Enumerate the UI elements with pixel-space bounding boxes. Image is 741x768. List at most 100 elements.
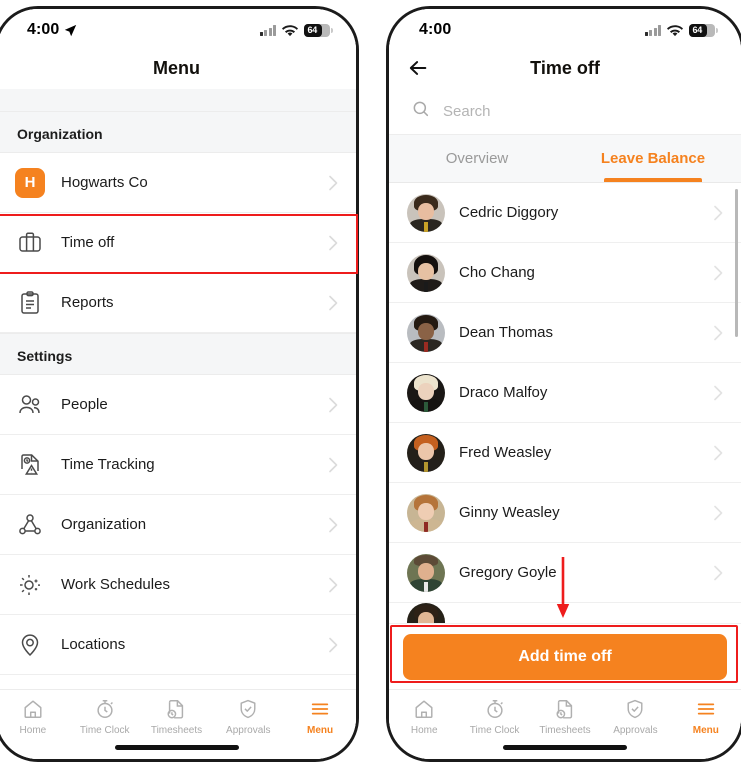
- list-item[interactable]: [389, 603, 741, 623]
- sidebar-item-time-tracking[interactable]: Time Tracking: [0, 435, 356, 495]
- sun-schedule-icon: [15, 570, 45, 600]
- home-indicator-left: [114, 745, 239, 750]
- back-arrow-icon[interactable]: [405, 55, 431, 81]
- status-bar-right: 4:00 64: [389, 9, 741, 47]
- tab-menu[interactable]: Menu: [671, 698, 741, 759]
- search-bar[interactable]: [389, 89, 741, 135]
- list-item[interactable]: Cho Chang: [389, 243, 741, 303]
- wifi-icon: [282, 24, 298, 37]
- tab-label: Menu: [692, 725, 719, 736]
- suitcase-icon: [15, 228, 45, 258]
- cta-container: Add time off: [389, 623, 741, 689]
- tab-label: Home: [410, 725, 438, 736]
- tab-label: Leave Balance: [600, 150, 706, 167]
- people-list[interactable]: Cedric Diggory Cho Chang Dean Thomas Dra…: [389, 183, 741, 623]
- tab-home[interactable]: Home: [389, 698, 459, 759]
- status-icons-right: 64: [644, 23, 718, 37]
- timesheet-icon: [554, 698, 576, 720]
- clipboard-icon: [15, 288, 45, 318]
- tab-label: Timesheets: [539, 725, 591, 736]
- tab-leave-balance[interactable]: Leave Balance: [565, 135, 741, 182]
- menu-item-label: Time off: [61, 234, 115, 251]
- org-chart-icon: [15, 510, 45, 540]
- chevron-right-icon: [328, 235, 338, 251]
- screenshot-stage: 4:00 64 Menu Organization H Hogwarts Co …: [0, 0, 741, 768]
- tab-label: Timesheets: [150, 725, 203, 736]
- avatar: [407, 193, 445, 232]
- battery-level-text: 64: [307, 24, 318, 35]
- sidebar-item-organization[interactable]: Organization: [0, 495, 356, 555]
- chevron-right-icon: [713, 265, 723, 281]
- status-time-right: 4:00: [419, 21, 451, 39]
- shield-check-icon: [237, 698, 259, 720]
- sidebar-item-hogwarts-co[interactable]: H Hogwarts Co: [0, 153, 356, 213]
- list-item[interactable]: Fred Weasley: [389, 423, 741, 483]
- tab-menu[interactable]: Menu: [284, 698, 356, 759]
- search-input[interactable]: [443, 103, 719, 120]
- chevron-right-icon: [713, 325, 723, 341]
- hamburger-icon: [309, 698, 331, 720]
- hamburger-icon: [695, 698, 717, 720]
- map-pin-icon: [15, 630, 45, 660]
- menu-item-label: People: [61, 396, 108, 413]
- chevron-right-icon: [328, 517, 338, 533]
- sidebar-item-reports[interactable]: Reports: [0, 273, 356, 333]
- chevron-right-icon: [713, 205, 723, 221]
- org-avatar-icon: H: [15, 167, 45, 198]
- navbar-right: Time off: [389, 47, 741, 89]
- add-time-off-button[interactable]: Add time off: [403, 633, 727, 680]
- menu-item-label: Locations: [61, 636, 126, 653]
- navbar-left: Menu: [0, 47, 356, 89]
- chevron-right-icon: [328, 295, 338, 311]
- avatar: [407, 313, 445, 352]
- sidebar-item-work-schedules[interactable]: Work Schedules: [0, 555, 356, 615]
- chevron-right-icon: [713, 385, 723, 401]
- list-item[interactable]: Dean Thomas: [389, 303, 741, 363]
- tab-home[interactable]: Home: [0, 698, 69, 759]
- menu-item-label: Work Schedules: [61, 576, 170, 593]
- person-name: Gregory Goyle: [459, 564, 557, 581]
- chevron-right-icon: [328, 457, 338, 473]
- tab-label: Time Clock: [79, 725, 130, 736]
- cellular-signal-icon: [259, 24, 276, 36]
- sidebar-item-locations[interactable]: Locations: [0, 615, 356, 675]
- person-name: Ginny Weasley: [459, 504, 560, 521]
- sidebar-item-people[interactable]: People: [0, 375, 356, 435]
- list-item[interactable]: Draco Malfoy: [389, 363, 741, 423]
- stopwatch-icon: [94, 698, 116, 720]
- time-tracking-icon: [15, 450, 45, 480]
- phone-left: 4:00 64 Menu Organization H Hogwarts Co …: [0, 6, 359, 762]
- battery-icon: 64: [689, 23, 718, 37]
- segmented-tabs[interactable]: Overview Leave Balance: [389, 135, 741, 183]
- tab-label: Menu: [307, 725, 334, 736]
- person-name: Draco Malfoy: [459, 384, 548, 401]
- left-screen: 4:00 64 Menu Organization H Hogwarts Co …: [0, 9, 356, 759]
- tab-overview[interactable]: Overview: [389, 135, 565, 182]
- person-name: Cedric Diggory: [459, 204, 559, 221]
- phone-right: 4:00 64 Time off Search Overview Leave B…: [386, 6, 741, 762]
- page-title-time-off: Time off: [530, 57, 600, 78]
- cellular-signal-icon: [644, 24, 661, 36]
- sidebar-item-time-off[interactable]: Time off: [0, 213, 356, 273]
- menu-list[interactable]: Organization H Hogwarts Co Time off Repo…: [0, 89, 356, 689]
- stopwatch-icon: [484, 698, 506, 720]
- people-icon: [15, 390, 45, 420]
- menu-item-label: Reports: [61, 294, 114, 311]
- section-spacer: [0, 89, 356, 111]
- menu-item-label: Time Tracking: [61, 456, 155, 473]
- chevron-right-icon: [328, 397, 338, 413]
- list-scrollbar[interactable]: [735, 189, 738, 337]
- tab-label: Time Clock: [469, 725, 520, 736]
- status-icons-left: 64: [259, 23, 333, 37]
- chevron-right-icon: [328, 637, 338, 653]
- avatar: [407, 553, 445, 592]
- list-item[interactable]: Ginny Weasley: [389, 483, 741, 543]
- avatar: [407, 493, 445, 532]
- list-item[interactable]: Cedric Diggory: [389, 183, 741, 243]
- tab-label: Overview: [445, 150, 509, 167]
- list-item[interactable]: Gregory Goyle: [389, 543, 741, 603]
- chevron-right-icon: [713, 505, 723, 521]
- home-indicator-right: [503, 745, 627, 750]
- home-icon: [22, 698, 44, 720]
- page-title-menu: Menu: [153, 57, 200, 78]
